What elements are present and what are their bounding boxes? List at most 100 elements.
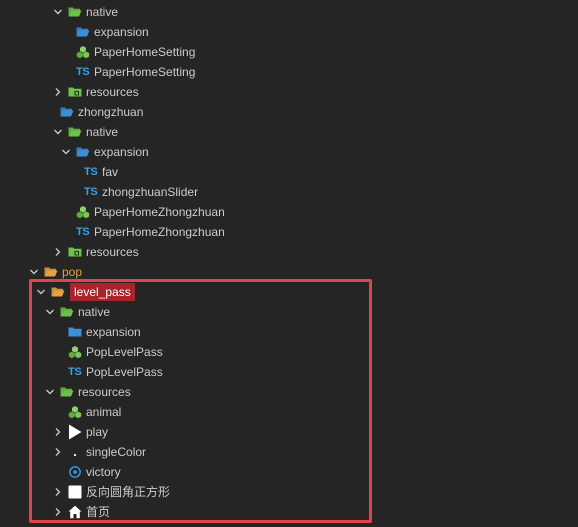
tree-item-label: expansion [94,145,149,159]
typescript-icon: TS [68,366,82,378]
tree-item-square[interactable]: 反向圆角正方形 [52,482,170,502]
tree-item-paperhomesetting-prefab[interactable]: PaperHomeSetting [60,42,195,62]
tree-item-label: PopLevelPass [86,365,163,379]
chevron-down-icon[interactable] [60,142,72,162]
tree-item-paperhomezhongzhuan-prefab[interactable]: PaperHomeZhongzhuan [60,202,225,222]
tree-item-label: PaperHomeSetting [94,65,196,79]
chevron-right-icon[interactable] [52,442,64,462]
tree-item-resources-3[interactable]: resources [44,382,131,402]
home-icon [68,505,82,519]
tree-item-resources-1[interactable]: resources [52,82,139,102]
tree-item-play[interactable]: play [52,422,108,442]
chevron-right-icon[interactable] [52,82,64,102]
tree-item-label: expansion [94,25,149,39]
tree-item-animal[interactable]: animal [52,402,121,422]
tree-item-label: expansion [86,325,141,339]
resources-folder-icon [68,245,82,259]
prefab-icon [76,205,90,219]
tree-item-label: zhongzhuan [78,105,144,119]
tree-item-label: singleColor [86,445,147,459]
tree-item-label: PaperHomeSetting [94,45,196,59]
tree-item-expansion-1[interactable]: expansion [60,22,149,42]
resources-folder-icon [68,85,82,99]
folder-open-icon [60,105,74,119]
tree-item-zhongzhuan[interactable]: zhongzhuan [44,102,143,122]
tree-item-zhongzhuanslider[interactable]: TS zhongzhuanSlider [68,182,198,202]
tree-item-label: PopLevelPass [86,345,163,359]
tree-item-paperhomesetting-ts[interactable]: TS PaperHomeSetting [60,62,195,82]
chevron-right-icon[interactable] [52,502,64,522]
folder-icon [68,325,82,339]
tree-item-victory[interactable]: victory [52,462,121,482]
tree-item-label: PaperHomeZhongzhuan [94,225,225,239]
folder-open-icon [60,385,74,399]
tree-item-label: victory [86,465,121,479]
chevron-right-icon[interactable] [52,422,64,442]
tree-item-label: level_pass [70,283,135,301]
tree-item-native-3[interactable]: native [44,302,110,322]
tree-item-expansion-2[interactable]: expansion [60,142,149,162]
tree-item-home[interactable]: 首页 [52,502,110,522]
typescript-icon: TS [84,166,98,178]
tree-item-poplevelpass-ts[interactable]: TS PopLevelPass [52,362,163,382]
typescript-icon: TS [84,186,98,198]
folder-open-icon [68,125,82,139]
folder-open-icon [76,25,90,39]
tree-item-paperhomezhongzhuan-ts[interactable]: TS PaperHomeZhongzhuan [60,222,225,242]
tree-item-resources-2[interactable]: resources [52,242,139,262]
tree-item-expansion-3[interactable]: expansion [52,322,141,342]
folder-open-icon [51,285,65,299]
particle-icon [68,465,82,479]
tree-item-fav[interactable]: TS fav [68,162,118,182]
tree-item-label: resources [86,85,139,99]
tree-item-singlecolor[interactable]: singleColor [52,442,146,462]
tree-item-label: native [86,125,119,139]
prefab-icon [68,405,82,419]
dot-icon [68,445,82,459]
chevron-down-icon[interactable] [28,262,40,282]
tree-item-label: play [86,425,109,439]
tree-item-label: 反向圆角正方形 [86,485,171,499]
file-tree: native expansion PaperHomeSetting TS PaperHo… [0,0,578,527]
chevron-down-icon[interactable] [52,2,64,22]
tree-item-label: fav [102,165,119,179]
chevron-down-icon[interactable] [44,382,56,402]
chevron-down-icon[interactable] [44,302,56,322]
chevron-down-icon[interactable] [35,282,47,302]
tree-item-native-1[interactable]: native [52,2,118,22]
play-icon [68,424,82,440]
tree-item-label: native [86,5,119,19]
tree-item-label: native [78,305,111,319]
tree-item-label: resources [86,245,139,259]
tree-item-label: animal [86,405,122,419]
chevron-right-icon[interactable] [52,242,64,262]
tree-item-native-2[interactable]: native [52,122,118,142]
prefab-icon [76,45,90,59]
tree-item-label: pop [62,265,83,279]
square-icon [68,485,82,499]
tree-item-poplevelpass-prefab[interactable]: PopLevelPass [52,342,163,362]
tree-item-level-pass[interactable]: level_pass [35,282,135,302]
tree-item-pop[interactable]: pop [28,262,82,282]
folder-open-icon [68,5,82,19]
prefab-icon [68,345,82,359]
typescript-icon: TS [76,66,90,78]
tree-item-label: resources [78,385,131,399]
folder-open-icon [44,265,58,279]
folder-open-icon [60,305,74,319]
tree-item-label: 首页 [86,505,111,519]
chevron-down-icon[interactable] [52,122,64,142]
chevron-right-icon[interactable] [52,482,64,502]
